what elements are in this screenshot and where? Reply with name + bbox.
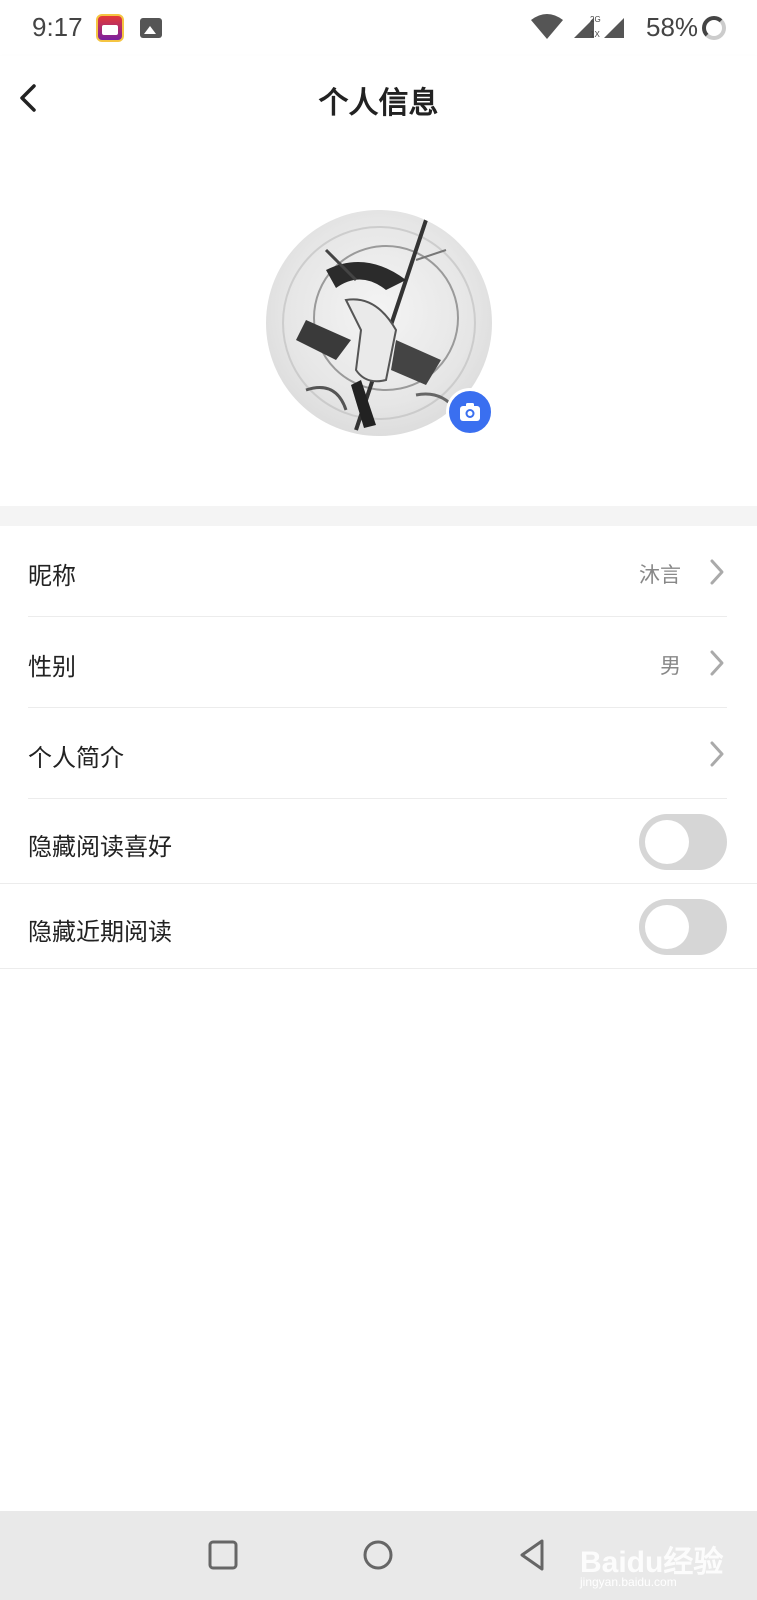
status-bar: 9:17 2G 1X 58%	[0, 0, 757, 56]
app-icon	[96, 14, 124, 42]
hide-recent-label: 隐藏近期阅读	[28, 918, 172, 946]
gender-label: 性别	[28, 653, 76, 681]
system-nav-bar: Baidu经验 jingyan.baidu.com	[0, 1511, 757, 1600]
section-divider	[0, 506, 757, 526]
signal-type-label: 2G	[590, 15, 601, 24]
home-circle-icon	[363, 1540, 393, 1570]
wifi-icon	[531, 14, 563, 39]
signal-icon-2	[604, 18, 624, 38]
change-avatar-button[interactable]	[446, 388, 494, 436]
recents-button[interactable]	[201, 1533, 245, 1577]
nav-back-button[interactable]	[512, 1533, 556, 1577]
header-bar: 个人信息	[0, 56, 757, 140]
nickname-row[interactable]: 昵称 沐言	[0, 526, 757, 617]
bio-row[interactable]: 个人简介	[0, 708, 757, 799]
hide-recent-toggle[interactable]	[639, 899, 727, 955]
hide-preferences-row: 隐藏阅读喜好	[0, 799, 757, 884]
settings-list: 昵称 沐言 性别 男 个人简介 隐藏阅读喜好 隐藏近期阅读	[0, 526, 757, 969]
battery-icon	[702, 16, 726, 40]
hide-preferences-label: 隐藏阅读喜好	[28, 833, 172, 861]
bio-label: 个人简介	[28, 744, 124, 772]
toggle-knob	[645, 905, 689, 949]
gender-value: 男	[660, 654, 681, 678]
toggle-knob	[645, 820, 689, 864]
nickname-value: 沐言	[639, 563, 681, 587]
signal-sub-label: 1X	[590, 30, 600, 39]
chevron-right-icon	[710, 650, 724, 676]
nickname-label: 昵称	[28, 562, 76, 590]
home-button[interactable]	[356, 1533, 400, 1577]
recents-square-icon	[208, 1540, 238, 1570]
status-time: 9:17	[32, 12, 83, 42]
row-divider	[0, 968, 757, 969]
hide-preferences-toggle[interactable]	[639, 814, 727, 870]
page-title: 个人信息	[318, 86, 439, 121]
hide-recent-row: 隐藏近期阅读	[0, 884, 757, 969]
chevron-right-icon	[710, 741, 724, 767]
avatar-section	[0, 140, 757, 506]
chevron-right-icon	[710, 559, 724, 585]
gender-row[interactable]: 性别 男	[0, 617, 757, 708]
battery-percentage: 58%	[646, 12, 699, 42]
gallery-icon	[140, 18, 162, 38]
watermark-url: jingyan.baidu.com	[580, 1575, 677, 1589]
back-triangle-icon	[520, 1539, 544, 1571]
camera-icon	[460, 403, 480, 421]
